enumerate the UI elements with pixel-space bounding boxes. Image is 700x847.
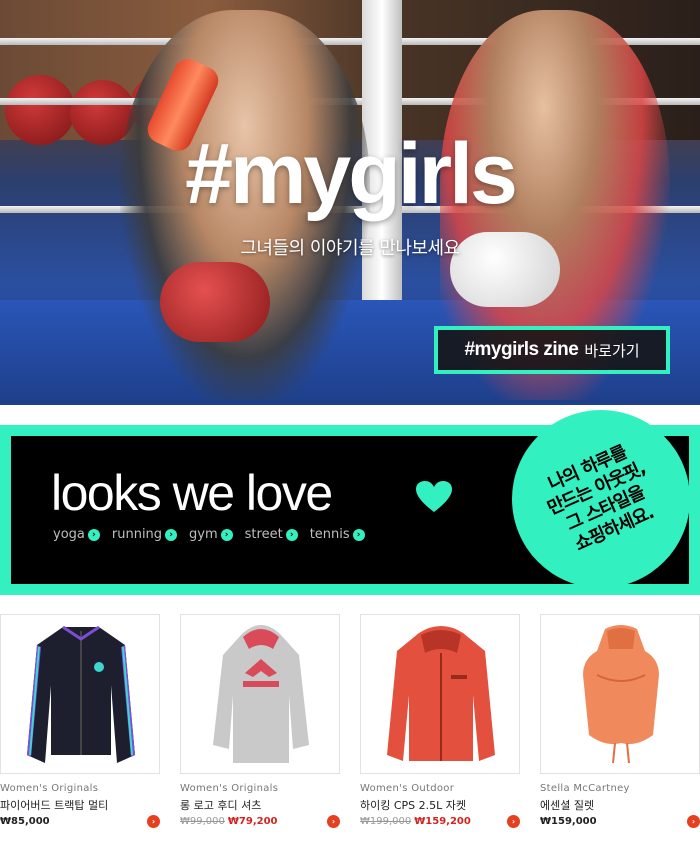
zine-button-go-label: 바로가기: [584, 341, 640, 360]
hero-subtitle: 그녀들의 이야기를 만나보세요: [240, 238, 460, 259]
hoodie-image: [213, 625, 309, 763]
category-link-running[interactable]: running ›: [111, 527, 178, 542]
chevron-right-icon: ›: [352, 528, 365, 541]
mygirls-zine-button[interactable]: #mygirls zine 바로가기: [434, 326, 670, 374]
go-arrow-button[interactable]: ›: [147, 815, 160, 828]
price-original: ₩99,000: [180, 816, 225, 827]
price-sale: ₩79,200: [227, 816, 278, 827]
heart-icon: [416, 481, 452, 512]
vest-image: [583, 625, 659, 764]
go-arrow-button[interactable]: ›: [507, 815, 520, 828]
product-price: ₩85,000: [0, 816, 50, 827]
product-image-hoodie[interactable]: [180, 614, 340, 774]
chevron-right-icon: ›: [87, 528, 100, 541]
looks-title: looks we love: [51, 465, 333, 521]
chevron-right-icon: ›: [220, 528, 233, 541]
product-name[interactable]: 에센셜 질렛: [540, 797, 594, 813]
product-image-track-jacket[interactable]: [0, 614, 160, 774]
go-arrow-button[interactable]: ›: [327, 815, 340, 828]
product-grid: Women's Originals 파이어버드 트랙탑 멀티 ₩85,000 ›…: [0, 614, 700, 847]
price-regular: ₩85,000: [0, 816, 50, 827]
category-label: tennis: [309, 527, 350, 542]
chevron-right-icon: ›: [285, 528, 298, 541]
category-label: yoga: [53, 527, 85, 542]
hero-banner[interactable]: #mygirls 그녀들의 이야기를 만나보세요 #mygirls zine 바…: [0, 0, 700, 405]
hero-title: #mygirls: [185, 126, 518, 222]
go-arrow-button[interactable]: ›: [687, 815, 700, 828]
callout-text: 나의 하루를 만드는 아웃핏, 그 스타일을 쇼핑하세요.: [515, 428, 688, 569]
product-name[interactable]: 하이킹 CPS 2.5L 자켓: [360, 797, 466, 813]
product-brand: Women's Originals: [0, 783, 99, 794]
product-card[interactable]: Women's Outdoor 하이킹 CPS 2.5L 자켓 ₩199,000…: [360, 614, 520, 847]
category-label: gym: [189, 527, 218, 542]
product-price: ₩199,000 ₩159,200: [360, 816, 471, 827]
product-image-outdoor-jacket[interactable]: [360, 614, 520, 774]
product-card[interactable]: Women's Originals 롱 로고 후디 셔츠 ₩99,000 ₩79,…: [180, 614, 340, 847]
price-sale: ₩159,200: [414, 816, 471, 827]
product-name[interactable]: 파이어버드 트랙탑 멀티: [0, 797, 108, 813]
product-price: ₩159,000: [540, 816, 597, 827]
product-brand: Stella McCartney: [540, 783, 630, 794]
product-card[interactable]: Stella McCartney 에센셜 질렛 ₩159,000 ›: [540, 614, 700, 847]
outdoor-jacket-image: [387, 626, 495, 761]
price-original: ₩199,000: [360, 816, 412, 827]
zine-button-tag: #mygirls zine: [464, 339, 579, 360]
category-link-street[interactable]: street ›: [245, 527, 298, 542]
shopping-callout-circle[interactable]: 나의 하루를 만드는 아웃핏, 그 스타일을 쇼핑하세요.: [512, 410, 690, 588]
product-card[interactable]: Women's Originals 파이어버드 트랙탑 멀티 ₩85,000 ›: [0, 614, 160, 847]
category-link-gym[interactable]: gym ›: [189, 527, 233, 542]
red-boxing-glove-image: [160, 262, 270, 342]
category-label: running: [111, 527, 163, 542]
category-list: yoga › running › gym › street › tennis ›: [53, 527, 365, 542]
chevron-right-icon: ›: [165, 528, 178, 541]
category-link-tennis[interactable]: tennis ›: [310, 527, 365, 542]
product-brand: Women's Originals: [180, 783, 279, 794]
price-regular: ₩159,000: [540, 816, 597, 827]
product-image-vest[interactable]: [540, 614, 700, 774]
product-brand: Women's Outdoor: [360, 783, 455, 794]
track-jacket-image: [27, 625, 135, 763]
product-price: ₩99,000 ₩79,200: [180, 816, 278, 827]
category-label: street: [244, 527, 283, 542]
category-link-yoga[interactable]: yoga ›: [53, 527, 100, 542]
product-name[interactable]: 롱 로고 후디 셔츠: [180, 797, 261, 813]
